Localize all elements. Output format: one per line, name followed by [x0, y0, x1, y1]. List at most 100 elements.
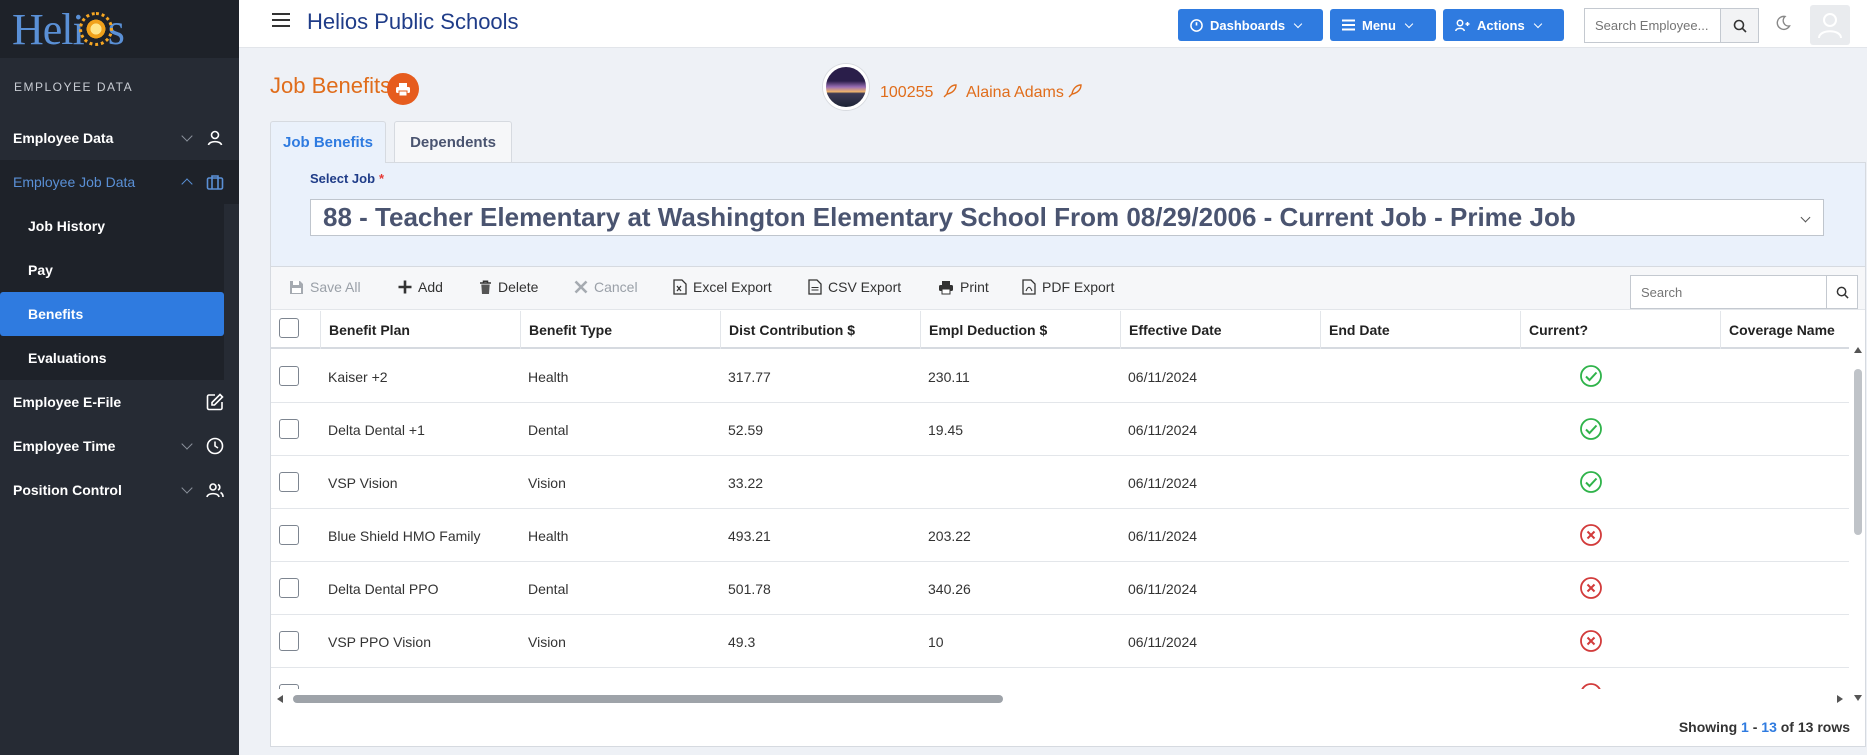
cell-dist-contribution[interactable]: 23: [720, 668, 920, 690]
sidebar-item-employee-e-file[interactable]: Employee E-File: [0, 380, 239, 424]
cell-effective-date[interactable]: 06/11/2024: [1120, 509, 1320, 562]
cell-end-date[interactable]: [1320, 456, 1520, 509]
hamburger-menu-icon[interactable]: [272, 13, 290, 27]
column-header-effective-date[interactable]: Effective Date: [1120, 311, 1320, 349]
avatar[interactable]: [1810, 5, 1850, 45]
cell-benefit-type[interactable]: Vision: [520, 615, 720, 668]
row-checkbox[interactable]: [279, 684, 299, 689]
cell-benefit-plan[interactable]: VSP PPO Vision: [320, 615, 520, 668]
quill-edit-icon[interactable]: [942, 83, 958, 99]
delete-button[interactable]: Delete: [479, 279, 538, 295]
cell-dist-contribution[interactable]: 317.77: [720, 350, 920, 403]
column-header-benefit-type[interactable]: Benefit Type: [520, 311, 720, 349]
quill-edit-icon[interactable]: [1067, 83, 1083, 99]
tab-dependents[interactable]: Dependents: [394, 121, 512, 162]
moon-icon[interactable]: [1775, 15, 1791, 31]
cell-benefit-plan[interactable]: VSP Vision: [320, 456, 520, 509]
cell-end-date[interactable]: [1320, 615, 1520, 668]
select-job-dropdown[interactable]: 88 - Teacher Elementary at Washington El…: [310, 199, 1824, 236]
grid-search-button[interactable]: [1826, 275, 1858, 309]
cell-dist-contribution[interactable]: 52.59: [720, 403, 920, 456]
row-checkbox[interactable]: [279, 525, 299, 545]
cell-empl-deduction[interactable]: 10: [920, 615, 1120, 668]
cell-effective-date[interactable]: 06/11/2024: [1120, 562, 1320, 615]
row-checkbox[interactable]: [279, 472, 299, 492]
row-checkbox[interactable]: [279, 578, 299, 598]
grid-search-input[interactable]: [1630, 275, 1827, 309]
actions-button[interactable]: Actions: [1443, 9, 1564, 41]
row-checkbox[interactable]: [279, 419, 299, 439]
print-button[interactable]: Print: [938, 279, 989, 295]
table-row[interactable]: Delta Dental PPO Dental 501.78 340.26 06/11/…: [271, 562, 1849, 615]
cell-end-date[interactable]: [1320, 350, 1520, 403]
cell-benefit-type[interactable]: Dental: [520, 562, 720, 615]
save-all-button[interactable]: Save All: [289, 279, 361, 295]
pdf-export-button[interactable]: PDF Export: [1022, 279, 1114, 295]
cell-benefit-plan[interactable]: Blue Shield HMO Family: [320, 509, 520, 562]
menu-button[interactable]: Menu: [1330, 9, 1436, 41]
sidebar-item-benefits[interactable]: Benefits: [0, 292, 224, 336]
cell-empl-deduction[interactable]: 340.26: [920, 562, 1120, 615]
table-row[interactable]: Blue Shield HMO Family Health 493.21 203.22…: [271, 509, 1849, 562]
column-header-benefit-plan[interactable]: Benefit Plan: [320, 311, 520, 349]
table-row[interactable]: Delta Dental +1 Dental 52.59 19.45 06/11/202…: [271, 403, 1849, 456]
cell-empl-deduction[interactable]: 203.22: [920, 509, 1120, 562]
row-checkbox[interactable]: [279, 631, 299, 651]
tab-job-benefits[interactable]: Job Benefits: [270, 121, 386, 163]
excel-export-button[interactable]: Excel Export: [673, 279, 772, 295]
sidebar-item-job-history[interactable]: Job History: [0, 204, 224, 248]
cell-empl-deduction[interactable]: [920, 456, 1120, 509]
sidebar-item-employee-job-data[interactable]: Employee Job Data: [0, 160, 239, 204]
cell-empl-deduction[interactable]: 230.11: [920, 350, 1120, 403]
dashboards-button[interactable]: Dashboards: [1178, 9, 1323, 41]
sidebar-item-evaluations[interactable]: Evaluations: [0, 336, 224, 380]
sidebar-item-pay[interactable]: Pay: [0, 248, 224, 292]
employee-id[interactable]: 100255: [880, 84, 933, 102]
column-header-coverage-name[interactable]: Coverage Name: [1720, 311, 1849, 349]
logo[interactable]: Heli s: [0, 0, 239, 58]
cell-end-date[interactable]: [1320, 668, 1520, 689]
column-header-end-date[interactable]: End Date: [1320, 311, 1520, 349]
csv-export-button[interactable]: CSV Export: [808, 279, 901, 295]
add-button[interactable]: Add: [398, 279, 443, 295]
cell-end-date[interactable]: [1320, 509, 1520, 562]
employee-search-input[interactable]: [1584, 8, 1721, 43]
cell-benefit-plan[interactable]: Kaiser +2: [320, 350, 520, 403]
table-row[interactable]: Kaiser +2 Health 317.77 230.11 06/11/2024: [271, 350, 1849, 403]
vertical-scrollbar-thumb[interactable]: [1854, 369, 1862, 535]
cell-effective-date[interactable]: 06/11/2024: [1120, 403, 1320, 456]
cell-effective-date[interactable]: [1120, 668, 1320, 689]
cell-dist-contribution[interactable]: 501.78: [720, 562, 920, 615]
print-page-button[interactable]: [387, 73, 419, 105]
table-row[interactable]: Blue ShieldHealth23130: [271, 668, 1849, 689]
cell-benefit-type[interactable]: Vision: [520, 456, 720, 509]
employee-name[interactable]: Alaina Adams: [966, 84, 1064, 102]
table-row[interactable]: VSP Vision Vision 33.22 06/11/2024: [271, 456, 1849, 509]
cell-benefit-plan[interactable]: Delta Dental +1: [320, 403, 520, 456]
sidebar-item-position-control[interactable]: Position Control: [0, 468, 239, 512]
sidebar-item-employee-data[interactable]: Employee Data: [0, 116, 239, 160]
cancel-button[interactable]: Cancel: [574, 279, 638, 295]
cell-effective-date[interactable]: 06/11/2024: [1120, 350, 1320, 403]
column-header-dist-contribution[interactable]: Dist Contribution $: [720, 311, 920, 349]
column-header-empl-deduction[interactable]: Empl Deduction $: [920, 311, 1120, 349]
cell-effective-date[interactable]: 06/11/2024: [1120, 456, 1320, 509]
cell-empl-deduction[interactable]: 130: [920, 668, 1120, 690]
column-header-current[interactable]: Current?: [1520, 311, 1720, 349]
cell-dist-contribution[interactable]: 49.3: [720, 615, 920, 668]
table-row[interactable]: VSP PPO Vision Vision 49.3 10 06/11/2024: [271, 615, 1849, 668]
cell-end-date[interactable]: [1320, 403, 1520, 456]
select-all-checkbox[interactable]: [279, 318, 299, 338]
sidebar-item-employee-time[interactable]: Employee Time: [0, 424, 239, 468]
cell-dist-contribution[interactable]: 33.22: [720, 456, 920, 509]
horizontal-scrollbar-thumb[interactable]: [293, 695, 1003, 703]
cell-benefit-type[interactable]: Health: [520, 668, 720, 690]
cell-end-date[interactable]: [1320, 562, 1520, 615]
cell-empl-deduction[interactable]: 19.45: [920, 403, 1120, 456]
cell-benefit-plan[interactable]: Delta Dental PPO: [320, 562, 520, 615]
cell-benefit-type[interactable]: Health: [520, 350, 720, 403]
cell-effective-date[interactable]: 06/11/2024: [1120, 615, 1320, 668]
cell-dist-contribution[interactable]: 493.21: [720, 509, 920, 562]
cell-benefit-plan[interactable]: Blue Shield: [320, 668, 520, 690]
row-checkbox[interactable]: [279, 366, 299, 386]
